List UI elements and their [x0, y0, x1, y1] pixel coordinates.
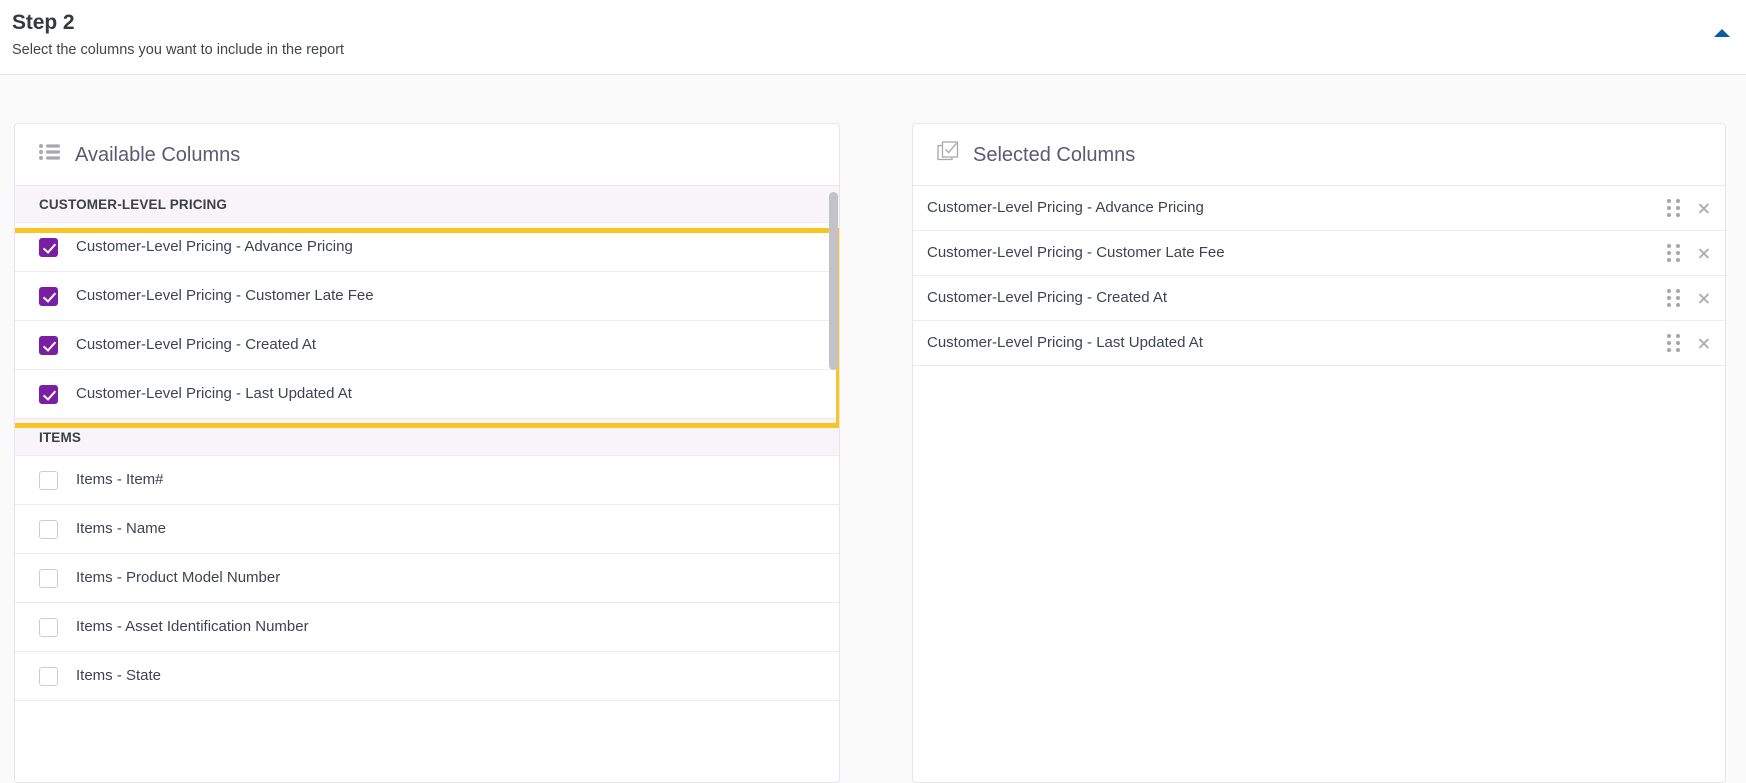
available-option-row[interactable]: Customer-Level Pricing - Created At — [15, 321, 839, 370]
checked-box-icon — [937, 141, 959, 168]
available-list-scrollbar[interactable] — [829, 192, 838, 370]
checkbox-unchecked-icon[interactable] — [39, 666, 58, 686]
selected-column-row[interactable]: Customer-Level Pricing - Customer Late F… — [913, 231, 1725, 276]
available-option-row[interactable]: Customer-Level Pricing - Advance Pricing — [15, 223, 839, 272]
checkbox-unchecked-icon[interactable] — [39, 470, 58, 490]
drag-handle-icon[interactable] — [1667, 288, 1681, 308]
selected-columns-list: Customer-Level Pricing - Advance Pricing… — [913, 186, 1725, 783]
available-option-row[interactable]: Items - State — [15, 652, 839, 701]
available-option-label: Customer-Level Pricing - Customer Late F… — [76, 287, 374, 304]
group-header-items: ITEMS — [15, 419, 839, 456]
list-icon — [39, 143, 61, 166]
columns-workspace: Available Columns CUSTOMER-LEVEL PRICING… — [0, 75, 1746, 783]
available-columns-title: Available Columns — [75, 143, 241, 166]
available-columns-list[interactable]: CUSTOMER-LEVEL PRICING Customer-Level Pr… — [15, 186, 839, 783]
available-option-row[interactable]: Items - Product Model Number — [15, 554, 839, 603]
checkbox-checked-icon[interactable] — [39, 335, 58, 355]
available-option-label: Customer-Level Pricing - Created At — [76, 336, 317, 353]
drag-handle-icon[interactable] — [1667, 198, 1681, 218]
drag-handle-icon[interactable] — [1667, 333, 1681, 353]
selected-column-actions — [1667, 333, 1711, 353]
selected-column-label: Customer-Level Pricing - Last Updated At — [927, 334, 1203, 351]
page-title: Step 2 — [12, 11, 75, 34]
checkbox-unchecked-icon[interactable] — [39, 519, 58, 539]
collapse-section-button[interactable] — [1708, 22, 1736, 44]
available-option-label: Customer-Level Pricing - Last Updated At — [76, 385, 352, 402]
selected-column-actions — [1667, 288, 1711, 308]
available-option-label: Items - Asset Identification Number — [76, 618, 309, 635]
available-option-row[interactable]: Customer-Level Pricing - Customer Late F… — [15, 272, 839, 321]
selected-columns-title: Selected Columns — [973, 143, 1136, 166]
available-option-label: Customer-Level Pricing - Advance Pricing — [76, 238, 353, 255]
page-subtitle: Select the columns you want to include i… — [12, 42, 345, 58]
step-header: Step 2 Select the columns you want to in… — [0, 0, 1746, 75]
selected-column-label: Customer-Level Pricing - Created At — [927, 289, 1168, 306]
close-icon[interactable] — [1696, 291, 1711, 306]
selected-column-row[interactable]: Customer-Level Pricing - Created At — [913, 276, 1725, 321]
selected-column-label: Customer-Level Pricing - Advance Pricing — [927, 199, 1204, 216]
available-option-row[interactable]: Items - Asset Identification Number — [15, 603, 839, 652]
available-columns-header: Available Columns — [15, 124, 839, 186]
available-option-label: Items - Item# — [76, 471, 164, 488]
drag-handle-icon[interactable] — [1667, 243, 1681, 263]
selected-column-row[interactable]: Customer-Level Pricing - Last Updated At — [913, 321, 1725, 366]
available-option-label: Items - State — [76, 667, 162, 684]
checkbox-checked-icon[interactable] — [39, 286, 58, 306]
selected-columns-panel: Selected Columns Customer-Level Pricing … — [912, 123, 1726, 783]
checkbox-checked-icon[interactable] — [39, 384, 58, 404]
selected-column-row[interactable]: Customer-Level Pricing - Advance Pricing — [913, 186, 1725, 231]
checkbox-unchecked-icon[interactable] — [39, 617, 58, 637]
available-columns-panel: Available Columns CUSTOMER-LEVEL PRICING… — [14, 123, 840, 783]
available-option-row[interactable]: Items - Item# — [15, 456, 839, 505]
available-option-label: Items - Product Model Number — [76, 569, 281, 586]
available-option-row[interactable]: Items - Name — [15, 505, 839, 554]
selected-columns-header: Selected Columns — [913, 124, 1725, 186]
selected-column-actions — [1667, 198, 1711, 218]
selected-column-label: Customer-Level Pricing - Customer Late F… — [927, 244, 1225, 261]
available-option-label: Items - Name — [76, 520, 167, 537]
close-icon[interactable] — [1696, 336, 1711, 351]
group-header-customer-level-pricing: CUSTOMER-LEVEL PRICING — [15, 186, 839, 223]
checkbox-unchecked-icon[interactable] — [39, 568, 58, 588]
available-option-row[interactable]: Customer-Level Pricing - Last Updated At — [15, 370, 839, 419]
selected-column-actions — [1667, 243, 1711, 263]
close-icon[interactable] — [1696, 201, 1711, 216]
close-icon[interactable] — [1696, 246, 1711, 261]
checkbox-checked-icon[interactable] — [39, 237, 58, 257]
caret-up-icon — [1714, 29, 1730, 37]
